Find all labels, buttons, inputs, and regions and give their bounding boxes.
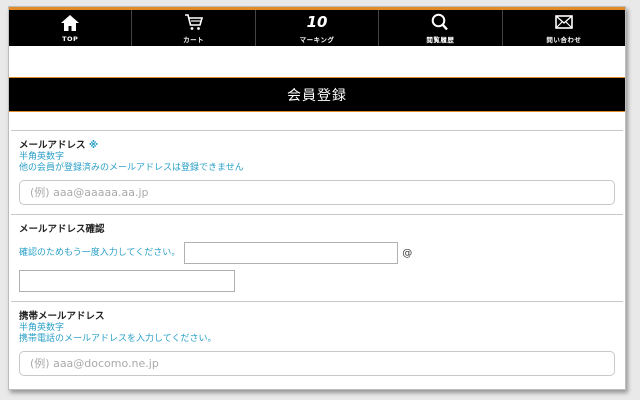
field-label: メールアドレス ※ [19, 139, 615, 152]
mobile-email-note-format: 半角英数字 [19, 323, 65, 333]
mobile-email-label: 携帯メールアドレス [19, 311, 105, 322]
main-nav: TOP カート 10 マーキング 閲覧履歴 問い合わせ [9, 10, 625, 46]
email-label: メールアドレス [19, 140, 86, 151]
search-icon [430, 13, 450, 31]
email-confirm-domain-input[interactable] [19, 270, 235, 292]
email-input[interactable] [19, 180, 615, 205]
cart-icon [184, 13, 204, 31]
email-confirm-row: 確認のためもう一度入力してください。 @ [19, 242, 615, 264]
nav-item-marking[interactable]: 10 マーキング [256, 10, 380, 46]
mobile-email-note-instruction: 携帯電話のメールアドレスを入力してください。 [19, 334, 217, 344]
nav-item-contact[interactable]: 問い合わせ [503, 10, 625, 46]
nav-label: カート [183, 35, 205, 44]
header-spacer [9, 46, 625, 77]
nav-item-cart[interactable]: カート [132, 10, 256, 46]
nav-label: 閲覧履歴 [426, 35, 455, 44]
number-10-icon: 10 [307, 13, 328, 31]
at-sign: @ [402, 247, 413, 259]
email-confirm-section: メールアドレス確認 確認のためもう一度入力してください。 @ [9, 215, 625, 301]
email-confirm-label: メールアドレス確認 [19, 224, 105, 235]
home-icon [60, 14, 80, 32]
mobile-email-section: 携帯メールアドレス 半角英数字 携帯電話のメールアドレスを入力してください。 [9, 302, 625, 385]
nav-label: 問い合わせ [546, 35, 582, 44]
browser-frame: TOP カート 10 マーキング 閲覧履歴 問い合わせ 会員登録 メールアドレス… [8, 6, 626, 390]
mobile-email-input[interactable] [19, 351, 615, 376]
email-section: メールアドレス ※ 半角英数字 他の会員が登録済みのメールアドレスは登録できませ… [9, 131, 625, 214]
nav-label: TOP [62, 34, 79, 43]
required-mark: ※ [88, 140, 99, 151]
mail-icon [554, 13, 574, 31]
email-note-unique: 他の会員が登録済みのメールアドレスは登録できません [19, 163, 244, 173]
nav-item-top[interactable]: TOP [9, 10, 133, 46]
number-10-icon-text: 10 [306, 12, 328, 31]
page-title-bar: 会員登録 [9, 77, 625, 112]
nav-item-history[interactable]: 閲覧履歴 [379, 10, 503, 46]
page-title: 会員登録 [287, 87, 347, 104]
email-confirm-local-input[interactable] [184, 242, 399, 264]
email-note-format: 半角英数字 [19, 152, 65, 162]
registration-form: メールアドレス ※ 半角英数字 他の会員が登録済みのメールアドレスは登録できませ… [9, 112, 625, 385]
email-confirm-note: 確認のためもう一度入力してください。 [19, 247, 181, 258]
nav-label: マーキング [299, 35, 335, 44]
